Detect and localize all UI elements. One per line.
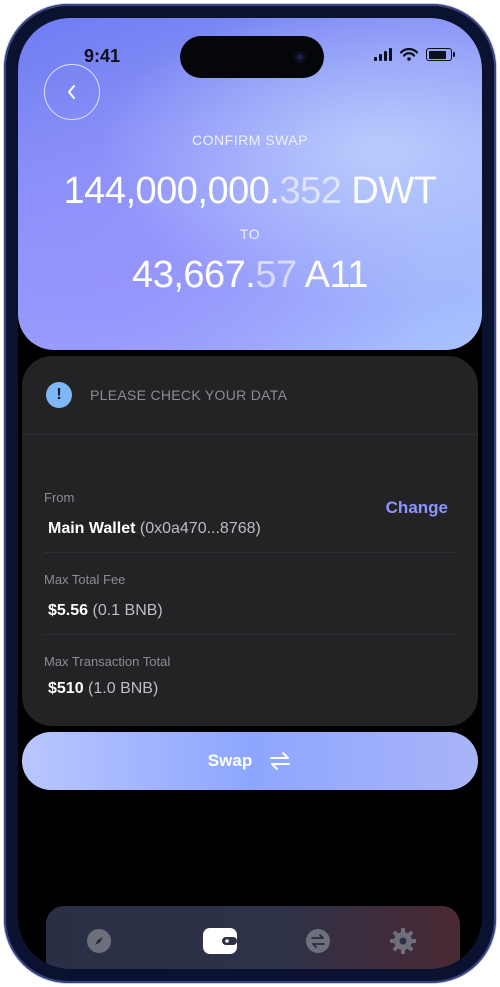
nav-wallet[interactable] <box>200 926 240 956</box>
change-wallet-button[interactable]: Change <box>386 498 448 518</box>
page-title: CONFIRM SWAP <box>192 132 308 148</box>
swap-icon <box>306 929 330 953</box>
divider <box>44 634 456 635</box>
divider <box>22 434 478 435</box>
swap-summary-card: 9:41 CONFIRM SWAP 144,000,000.352 DWT TO… <box>18 18 482 350</box>
from-amount-decimal: 352 <box>279 170 342 212</box>
from-wallet: Main Wallet (0x0a470...8768) <box>48 520 261 538</box>
from-token: DWT <box>351 170 437 212</box>
battery-icon <box>426 48 455 61</box>
compass-icon <box>87 929 111 953</box>
phone-frame: 9:41 CONFIRM SWAP 144,000,000.352 DWT TO… <box>4 4 496 983</box>
nav-settings[interactable] <box>388 926 418 956</box>
nav-swap[interactable] <box>303 926 333 956</box>
total-usd: $510 <box>48 680 84 697</box>
nav-explore[interactable] <box>84 926 114 956</box>
divider <box>44 552 456 553</box>
notice-text: PLEASE CHECK YOUR DATA <box>90 387 288 403</box>
fee-bnb: (0.1 BNB) <box>92 602 163 619</box>
to-amount-main: 43,667. <box>132 254 256 296</box>
swap-arrows-icon <box>270 752 291 770</box>
wifi-icon <box>400 48 418 61</box>
fee-usd: $5.56 <box>48 602 89 619</box>
fee-value: $5.56 (0.1 BNB) <box>48 602 163 620</box>
from-amount-main: 144,000,000. <box>63 170 280 212</box>
cellular-signal-icon <box>374 48 392 61</box>
status-time: 9:41 <box>84 46 121 66</box>
back-button[interactable] <box>44 64 100 120</box>
to-token: A11 <box>304 254 369 296</box>
from-amount: 144,000,000.352 DWT <box>18 170 482 213</box>
wallet-icon <box>203 928 237 954</box>
swap-button-label: Swap <box>207 751 253 770</box>
transaction-details-card: ! PLEASE CHECK YOUR DATA From Main Walle… <box>22 356 478 726</box>
to-amount-decimal: 57 <box>255 254 297 296</box>
bottom-navigation <box>46 906 460 969</box>
gear-icon <box>390 928 416 954</box>
chevron-left-icon <box>68 85 75 99</box>
total-label: Max Transaction Total <box>44 654 171 669</box>
wallet-address: (0x0a470...8768) <box>139 520 261 537</box>
screen: 9:41 CONFIRM SWAP 144,000,000.352 DWT TO… <box>18 18 482 969</box>
to-label: TO <box>239 226 261 242</box>
wallet-name: Main Wallet <box>48 520 136 537</box>
dynamic-island <box>180 36 324 78</box>
from-label: From <box>44 490 75 505</box>
to-amount: 43,667.57 A11 <box>18 254 482 297</box>
total-bnb: (1.0 BNB) <box>88 680 159 697</box>
status-icons <box>374 48 455 61</box>
total-value: $510 (1.0 BNB) <box>48 680 158 698</box>
swap-button[interactable]: Swap <box>22 732 478 790</box>
fee-label: Max Total Fee <box>44 572 126 587</box>
exclamation-icon: ! <box>46 382 72 408</box>
camera-icon <box>294 51 306 63</box>
data-notice: ! PLEASE CHECK YOUR DATA <box>46 382 287 408</box>
